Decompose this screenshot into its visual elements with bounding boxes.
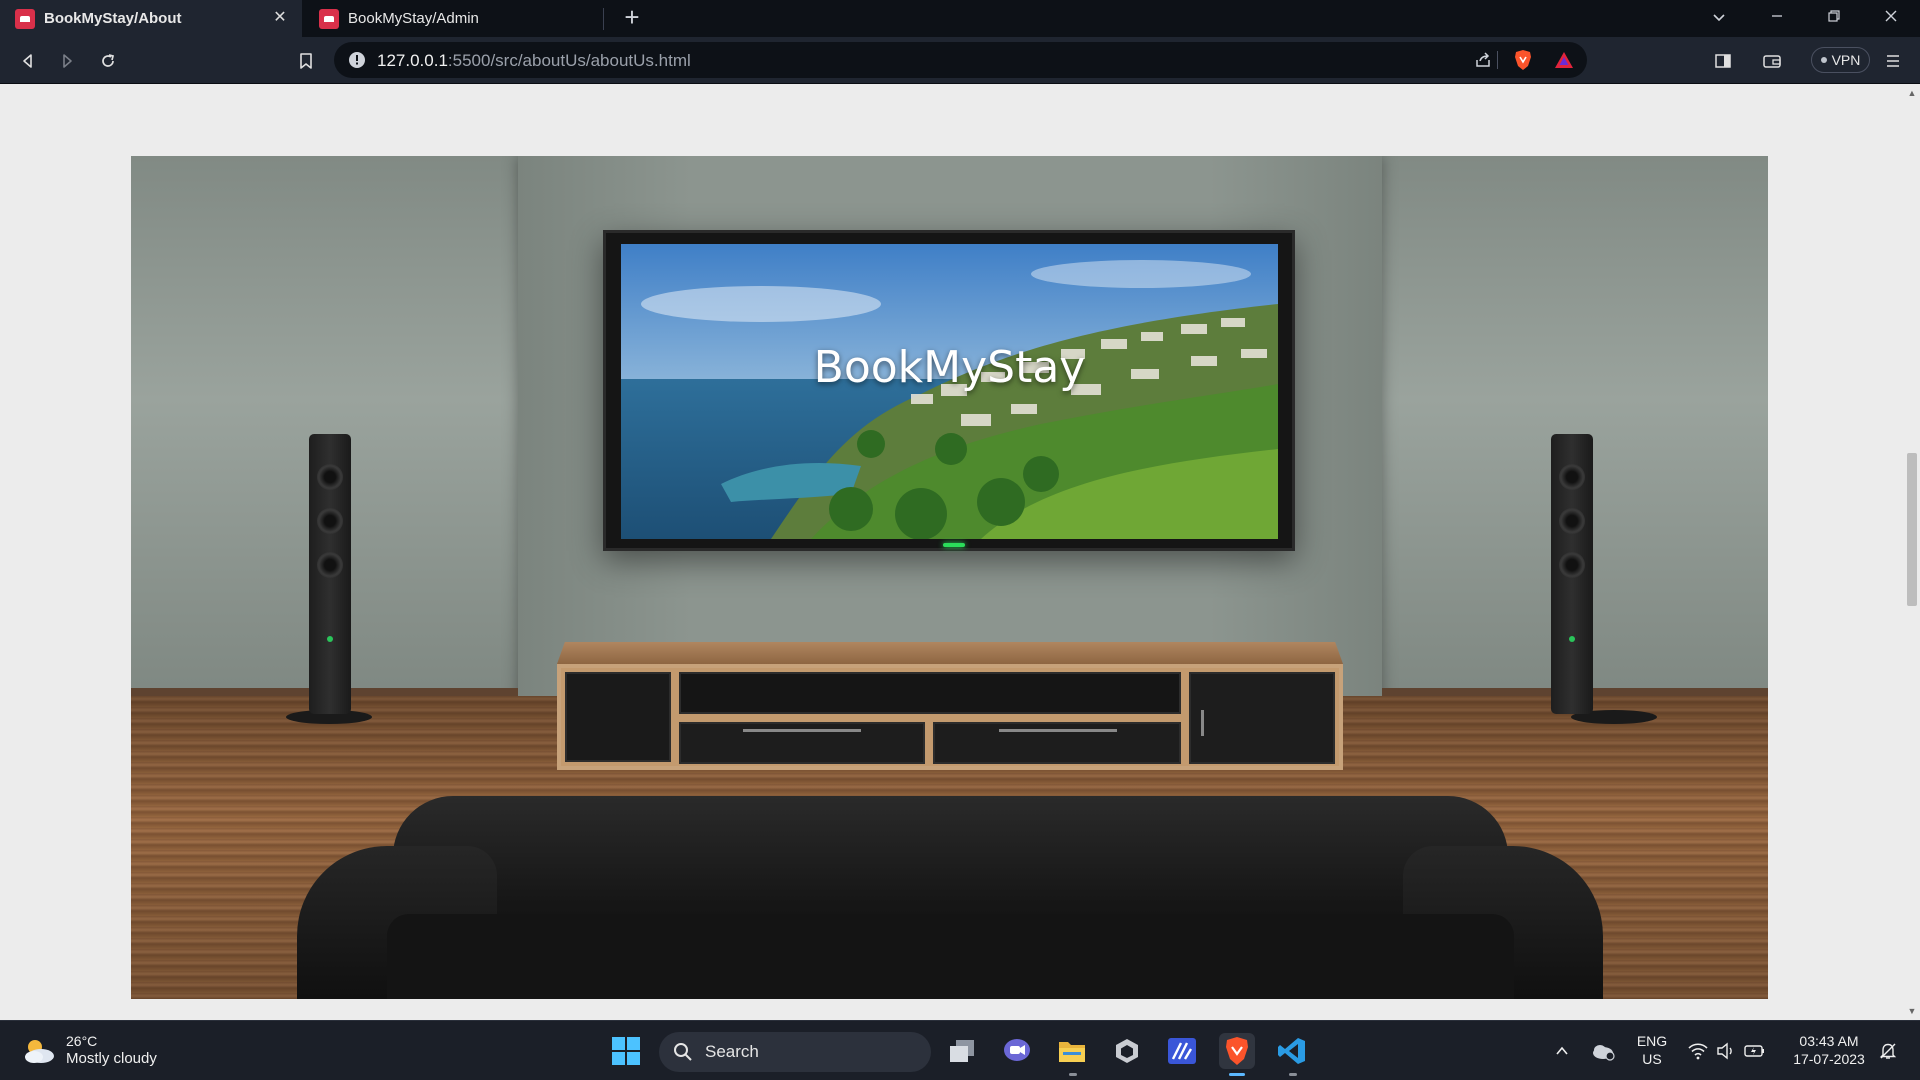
weather-temperature: 26°C xyxy=(66,1033,98,1049)
tab-bookmystay-about[interactable]: BookMyStay/About ✕ xyxy=(0,0,302,37)
new-tab-button[interactable]: + xyxy=(620,4,644,30)
speaker-led xyxy=(1569,636,1575,642)
onedrive-cloud-icon[interactable] xyxy=(1585,1033,1621,1069)
tab-title: BookMyStay/Admin xyxy=(348,10,479,27)
search-label: Search xyxy=(705,1042,759,1061)
vpn-label: VPN xyxy=(1831,52,1861,68)
speaker-led xyxy=(327,636,333,642)
brave-shields-icon[interactable] xyxy=(1512,49,1534,71)
speaker-cone xyxy=(1559,552,1585,578)
url-host: 127.0.0.1 xyxy=(377,51,448,70)
reload-icon[interactable] xyxy=(96,49,120,73)
speaker-cone xyxy=(317,464,343,490)
vpn-status-dot-icon xyxy=(1820,57,1827,63)
tab-search-chevron-icon[interactable] xyxy=(1707,9,1731,29)
console-drawer-right xyxy=(933,722,1181,764)
sofa-seat xyxy=(387,914,1514,999)
console-body xyxy=(557,664,1343,770)
tv-power-led xyxy=(943,543,965,547)
app-running-indicator xyxy=(1289,1073,1297,1076)
back-arrow-icon[interactable] xyxy=(16,49,40,73)
brave-rewards-icon[interactable] xyxy=(1553,49,1575,71)
app-running-indicator xyxy=(1069,1073,1077,1076)
input-language-indicator[interactable]: ENG US xyxy=(1630,1032,1674,1068)
bookmystay-favicon-icon xyxy=(319,8,339,29)
url-path: :5500/src/aboutUs/aboutUs.html xyxy=(447,51,691,70)
sidebar-toggle-icon[interactable] xyxy=(1711,49,1735,73)
bookmark-icon[interactable] xyxy=(294,49,318,73)
tab-separator xyxy=(603,8,604,30)
windows-taskbar: 26°C Mostly cloudy Search ENG US 03:43 A… xyxy=(0,1020,1920,1080)
weather-widget[interactable]: 26°C Mostly cloudy xyxy=(22,1033,157,1068)
console-top xyxy=(557,642,1343,664)
minimize-window-button[interactable] xyxy=(1763,8,1791,28)
television: BookMyStay xyxy=(603,230,1295,551)
start-icon[interactable] xyxy=(608,1033,644,1069)
speaker-cone xyxy=(317,552,343,578)
site-info-icon[interactable] xyxy=(346,49,368,71)
cabinet-handle xyxy=(1201,710,1204,736)
page-viewport: BookMyStay xyxy=(0,84,1904,1020)
console-shelf xyxy=(679,672,1181,714)
bookmystay-favicon-icon xyxy=(15,8,35,29)
browser-toolbar: 127.0.0.1:5500/src/aboutUs/aboutUs.html … xyxy=(0,37,1920,84)
notification-bell-icon[interactable] xyxy=(1870,1033,1906,1069)
weather-condition: Mostly cloudy xyxy=(66,1050,157,1067)
page-scrollbar[interactable]: ▲ ▼ xyxy=(1904,84,1920,1020)
show-hidden-icons-chevron-icon[interactable] xyxy=(1544,1033,1580,1069)
visual-studio-icon[interactable] xyxy=(1164,1033,1200,1069)
vscode-icon[interactable] xyxy=(1274,1033,1310,1069)
tab-title: BookMyStay/About xyxy=(44,10,182,27)
speaker-cone xyxy=(1559,464,1585,490)
restore-window-button[interactable] xyxy=(1820,8,1848,28)
file-explorer-icon[interactable] xyxy=(1054,1033,1090,1069)
url-text[interactable]: 127.0.0.1:5500/src/aboutUs/aboutUs.html xyxy=(377,51,691,71)
language-code: ENG xyxy=(1636,1033,1668,1049)
hero-title: BookMyStay xyxy=(813,342,1086,393)
wallet-icon[interactable] xyxy=(1760,49,1784,73)
tab-bookmystay-admin[interactable]: BookMyStay/Admin xyxy=(304,0,602,37)
partly-cloudy-icon xyxy=(25,1039,54,1063)
close-window-button[interactable] xyxy=(1877,8,1905,28)
clock-time: 03:43 AM xyxy=(1799,1033,1859,1049)
speaker-left-icon xyxy=(309,434,351,714)
speaker-right-icon xyxy=(1551,434,1593,714)
teams-chat-icon[interactable] xyxy=(999,1033,1035,1069)
unity-icon[interactable] xyxy=(1109,1033,1145,1069)
scrollbar-thumb[interactable] xyxy=(1907,453,1917,606)
speaker-cone xyxy=(1559,508,1585,534)
battery-charging-icon[interactable] xyxy=(1737,1033,1773,1069)
brave-browser-icon[interactable] xyxy=(1219,1033,1255,1069)
scroll-down-arrow-icon[interactable]: ▼ xyxy=(1907,1006,1917,1016)
console-drawer-left xyxy=(679,722,925,764)
system-clock[interactable]: 03:43 AM 17-07-2023 xyxy=(1784,1032,1874,1068)
browser-tab-bar: BookMyStay/About ✕ BookMyStay/Admin + xyxy=(0,0,1920,37)
menu-hamburger-icon[interactable] xyxy=(1881,49,1905,73)
hero-banner: BookMyStay xyxy=(131,156,1768,999)
console-cabinet-door xyxy=(1189,672,1335,764)
speaker-cone xyxy=(317,508,343,534)
share-icon[interactable] xyxy=(1472,49,1494,71)
close-tab-icon[interactable]: ✕ xyxy=(270,8,290,28)
console-open-shelf xyxy=(565,672,671,762)
tv-console xyxy=(557,642,1343,770)
urlbar-divider xyxy=(1497,51,1498,69)
taskbar-search-box[interactable]: Search xyxy=(659,1032,931,1072)
search-icon xyxy=(674,1043,692,1061)
drawer-handle xyxy=(999,729,1117,732)
task-view-icon[interactable] xyxy=(944,1033,980,1069)
tv-screen-resort-image: BookMyStay xyxy=(621,244,1278,539)
clock-date: 17-07-2023 xyxy=(1793,1051,1865,1067)
drawer-handle xyxy=(743,729,861,732)
forward-arrow-icon[interactable] xyxy=(55,49,79,73)
scroll-up-arrow-icon[interactable]: ▲ xyxy=(1907,88,1917,98)
language-region: US xyxy=(1642,1051,1662,1067)
address-bar[interactable]: 127.0.0.1:5500/src/aboutUs/aboutUs.html xyxy=(334,42,1587,78)
app-active-indicator xyxy=(1229,1073,1245,1076)
vpn-button[interactable]: VPN xyxy=(1811,47,1870,73)
